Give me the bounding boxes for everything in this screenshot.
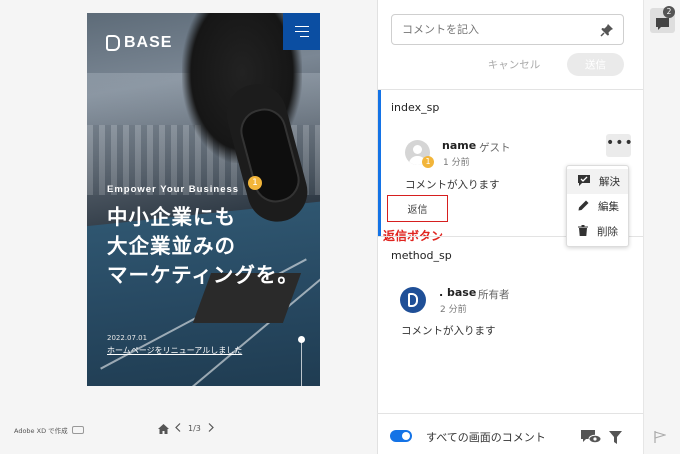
thread-title: index_sp [391,101,440,114]
comment-count-badge: 2 [663,6,675,18]
more-options-button[interactable]: ••• [606,134,634,157]
menu-item-label: 削除 [597,226,618,238]
menu-item-label: 解決 [599,176,620,188]
chevron-right-icon[interactable] [208,423,214,434]
comment-author: name [442,139,477,152]
menu-icon-line [294,31,309,32]
more-icon: ••• [606,135,634,151]
comment-time: 2 分前 [440,305,467,315]
comment-context-menu: 解決 編集 削除 [566,165,629,247]
news-date: 2022.07.01 [107,334,148,342]
cancel-button[interactable]: キャンセル [480,53,548,75]
menu-icon [294,26,309,27]
pin-icon[interactable] [600,22,614,41]
send-button[interactable]: 送信 [567,53,624,76]
comment-role: 所有者 [478,289,510,301]
menu-icon-line [299,36,309,37]
comment-role: ゲスト [479,142,511,154]
phone-preview[interactable] [87,13,320,386]
toggle-knob [402,432,410,440]
eye-icon[interactable] [581,429,602,448]
menu-item-resolve[interactable]: 解決 [567,169,628,194]
page-indicator: 1/3 [188,424,201,433]
trash-icon [578,224,588,239]
toggle-label: すべての画面のコメント [426,431,546,444]
menu-item-label: 編集 [598,201,619,213]
menu-item-delete[interactable]: 削除 [567,219,628,244]
news-link[interactable]: ホームページをリニューアルしました [107,345,242,356]
filter-icon[interactable] [609,429,622,448]
comment-text: コメントが入ります [405,179,500,191]
reply-button[interactable]: 返信 [387,195,448,222]
hero-tagline: Empower Your Business [107,184,240,195]
avatar-marker-badge: 1 [422,156,434,168]
headline-line: マーケティングを。 [107,263,299,287]
made-with-text: Adobe XD で作成 [14,427,68,435]
check-comment-icon [578,174,590,189]
screen-pager: 1/3 [158,423,214,434]
pencil-icon [578,200,589,214]
chevron-left-icon[interactable] [175,423,181,434]
all-screens-toggle[interactable] [390,430,412,442]
base-logo-icon [106,35,120,51]
divider [377,413,643,414]
headline-line: 中小企業にも [107,205,236,229]
comment-pin-marker[interactable]: 1 [248,176,262,190]
headline-line: 大企業並みの [107,234,236,258]
brand-name: BASE [124,34,173,51]
thread-title: method_sp [391,249,452,262]
menu-item-edit[interactable]: 編集 [567,194,628,219]
right-toolbar [643,0,680,454]
brand-logo[interactable]: BASE [106,34,172,52]
base-logo-icon [408,293,418,307]
hamburger-menu-button[interactable] [283,13,320,50]
owner-avatar [400,287,426,313]
home-icon[interactable] [158,423,169,434]
comment-author: . base [439,286,477,299]
scroll-indicator-thumb [298,336,305,343]
comment-text: コメントが入ります [401,325,496,337]
flag-icon[interactable] [654,428,667,447]
made-with-label: Adobe XD で作成 [14,425,84,435]
scroll-indicator-track [301,340,302,386]
comment-input[interactable] [391,14,624,45]
hero-headline: 中小企業にも 大企業並みの マーケティングを。 [107,203,307,290]
camera-icon[interactable] [71,426,84,434]
comment-time: 1 分前 [443,158,470,168]
